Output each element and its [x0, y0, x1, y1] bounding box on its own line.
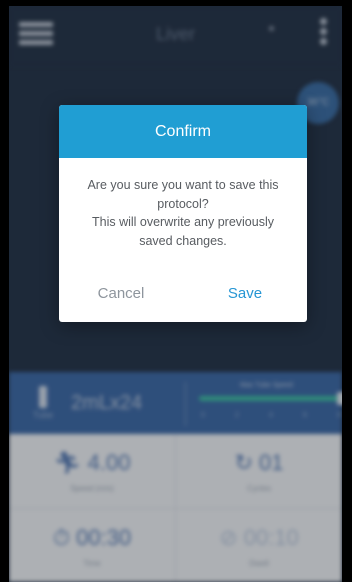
app-frame: Liver 36°C Tube 2mLx24 Max Tube Speed 0 …	[9, 6, 342, 582]
dialog-message-line: protocol?	[157, 196, 209, 211]
dialog-message-line: saved changes.	[139, 233, 227, 248]
dialog-message-line: Are you sure you want to save this	[87, 178, 279, 192]
dialog-message-line: This will overwrite any previously	[91, 215, 274, 229]
dialog-actions: Cancel Save	[59, 285, 307, 302]
confirm-dialog: Confirm Are you sure you want to save th…	[59, 105, 307, 322]
dialog-title: Confirm	[59, 105, 307, 158]
save-button[interactable]: Save	[190, 285, 300, 302]
dialog-message: Are you sure you want to save this proto…	[59, 158, 307, 250]
cancel-button[interactable]: Cancel	[66, 285, 176, 302]
